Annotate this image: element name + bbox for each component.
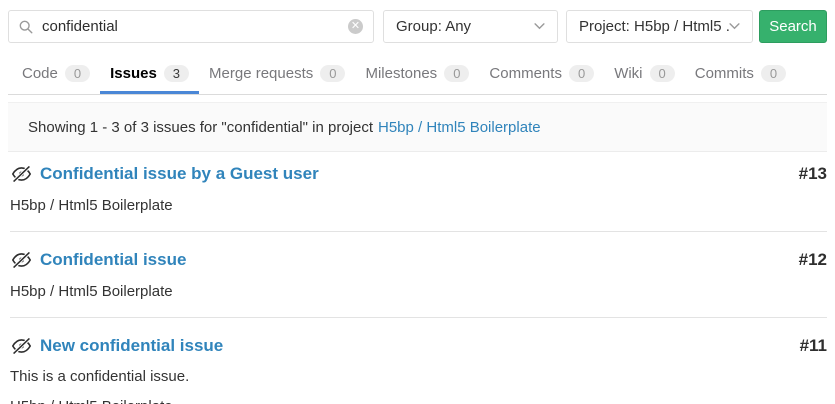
issue-title-link[interactable]: Confidential issue by a Guest user — [40, 164, 319, 184]
issue-project-name: H5bp / Html5 Boilerplate — [10, 398, 827, 404]
issue-results-list: Confidential issue by a Guest user #13 H… — [8, 152, 827, 404]
issue-result-header: Confidential issue #12 — [10, 250, 827, 270]
issue-result-row: Confidential issue by a Guest user #13 H… — [10, 152, 827, 231]
issue-project-name: H5bp / Html5 Boilerplate — [10, 197, 827, 214]
results-summary-text: Showing 1 - 3 of 3 issues for "confident… — [28, 119, 373, 136]
issue-result-header: New confidential issue #11 — [10, 336, 827, 356]
tab-count-badge: 0 — [650, 65, 675, 82]
group-filter-dropdown[interactable]: Group: Any — [383, 10, 558, 43]
search-results-page: ✕ Group: Any Project: H5bp / Html5 ... S… — [8, 0, 827, 404]
search-filter-row: ✕ Group: Any Project: H5bp / Html5 ... S… — [8, 0, 827, 43]
issue-result-row: New confidential issue #11 This is a con… — [10, 317, 827, 404]
tab-label: Comments — [489, 65, 562, 82]
issue-result-row: Confidential issue #12 H5bp / Html5 Boil… — [10, 231, 827, 317]
tab[interactable]: Merge requests 0 — [199, 55, 355, 94]
issue-title-link[interactable]: New confidential issue — [40, 336, 223, 356]
tab-count-badge: 0 — [569, 65, 594, 82]
tab[interactable]: Issues 3 — [100, 55, 199, 94]
tab[interactable]: Comments 0 — [479, 55, 604, 94]
tab[interactable]: Wiki 0 — [604, 55, 685, 94]
tab-count-badge: 0 — [761, 65, 786, 82]
tab-count-badge: 0 — [320, 65, 345, 82]
tab-count-badge: 0 — [444, 65, 469, 82]
clear-search-icon[interactable]: ✕ — [348, 19, 363, 34]
project-link[interactable]: H5bp / Html5 Boilerplate — [378, 119, 541, 136]
search-scope-tabs: Code 0 Issues 3 Merge requests 0 Milesto… — [8, 55, 827, 95]
tab[interactable]: Code 0 — [12, 55, 100, 94]
tab-label: Milestones — [365, 65, 437, 82]
tab[interactable]: Commits 0 — [685, 55, 796, 94]
confidential-eye-slash-icon — [12, 338, 31, 354]
confidential-eye-slash-icon — [12, 252, 31, 268]
tab-label: Issues — [110, 65, 157, 82]
results-summary-bar: Showing 1 - 3 of 3 issues for "confident… — [8, 102, 827, 152]
issue-title-link[interactable]: Confidential issue — [40, 250, 186, 270]
tab-label: Commits — [695, 65, 754, 82]
tab-count-badge: 3 — [164, 65, 189, 82]
issue-result-header: Confidential issue by a Guest user #13 — [10, 164, 827, 184]
tab-label: Code — [22, 65, 58, 82]
tab-label: Merge requests — [209, 65, 313, 82]
tab-label: Wiki — [614, 65, 642, 82]
search-button[interactable]: Search — [759, 10, 827, 43]
search-box[interactable]: ✕ — [8, 10, 374, 43]
project-filter-dropdown[interactable]: Project: H5bp / Html5 ... — [566, 10, 753, 43]
tab[interactable]: Milestones 0 — [355, 55, 479, 94]
group-filter-label: Group: Any — [396, 18, 471, 35]
tab-count-badge: 0 — [65, 65, 90, 82]
search-input[interactable] — [42, 18, 348, 35]
chevron-down-icon — [534, 23, 545, 30]
confidential-eye-slash-icon — [12, 166, 31, 182]
search-icon — [19, 20, 33, 34]
chevron-down-icon — [729, 23, 740, 30]
issue-project-name: H5bp / Html5 Boilerplate — [10, 283, 827, 300]
issue-description: This is a confidential issue. — [10, 368, 827, 385]
issue-number: #12 — [799, 250, 827, 270]
project-filter-label: Project: H5bp / Html5 ... — [579, 18, 729, 35]
issue-number: #13 — [799, 164, 827, 184]
issue-number: #11 — [800, 336, 827, 356]
